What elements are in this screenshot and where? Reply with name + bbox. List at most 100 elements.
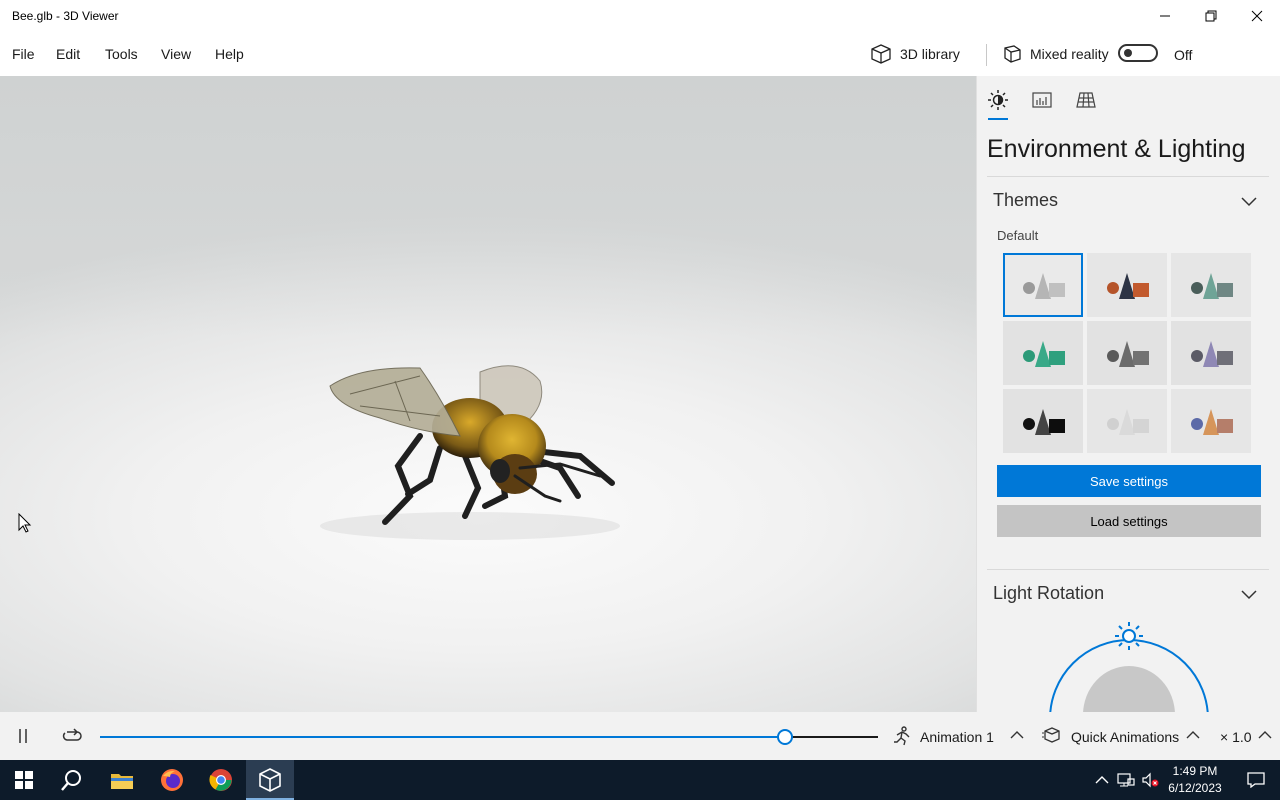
- theme-tile[interactable]: [1087, 389, 1167, 453]
- theme-preview-icon: [1107, 409, 1149, 435]
- theme-tile[interactable]: [1003, 321, 1083, 385]
- divider: [987, 569, 1269, 570]
- close-button[interactable]: [1234, 0, 1280, 32]
- grid-icon: [1076, 92, 1096, 108]
- save-settings-button[interactable]: Save settings: [997, 465, 1261, 497]
- start-button[interactable]: [0, 760, 48, 800]
- panel-title: Environment & Lighting: [987, 135, 1246, 163]
- quick-animations-label[interactable]: Quick Animations: [1071, 729, 1179, 745]
- action-center-button[interactable]: [1232, 760, 1280, 800]
- menu-edit[interactable]: Edit: [56, 46, 80, 62]
- 3d-library-icon: [871, 44, 891, 64]
- speed-expand-button[interactable]: [1258, 730, 1272, 740]
- theme-tile[interactable]: [1087, 321, 1167, 385]
- animation-name[interactable]: Animation 1: [920, 729, 994, 745]
- firefox-icon: [161, 769, 183, 791]
- taskbar-3d-viewer[interactable]: [246, 760, 294, 800]
- 3d-library-button[interactable]: 3D library: [870, 43, 960, 65]
- search-icon: [61, 770, 81, 791]
- volume-button[interactable]: [1138, 760, 1162, 800]
- mixed-reality-button[interactable]: Mixed reality: [1002, 43, 1109, 65]
- animation-timeline[interactable]: [100, 729, 878, 745]
- loop-button[interactable]: [62, 728, 82, 744]
- menu-help[interactable]: Help: [215, 46, 244, 62]
- clock-date[interactable]: 6/12/2023: [1160, 781, 1230, 795]
- network-button[interactable]: [1114, 760, 1138, 800]
- minimize-button[interactable]: [1142, 0, 1188, 32]
- playback-speed[interactable]: × 1.0: [1220, 729, 1252, 745]
- light-sun-icon[interactable]: [1115, 622, 1143, 650]
- theme-tile[interactable]: [1087, 253, 1167, 317]
- menu-view[interactable]: View: [161, 46, 191, 62]
- chrome-icon: [209, 769, 232, 791]
- close-icon: [1251, 10, 1263, 22]
- 3d-library-label: 3D library: [900, 46, 960, 62]
- animation-expand-button[interactable]: [1010, 730, 1024, 740]
- theme-preview-icon: [1191, 409, 1233, 435]
- title-bar: Bee.glb - 3D Viewer: [0, 0, 1280, 32]
- timeline-thumb[interactable]: [776, 729, 793, 745]
- theme-tile[interactable]: [1003, 389, 1083, 453]
- restore-icon: [1205, 10, 1217, 22]
- animation-icon-wrap: [892, 726, 912, 746]
- selected-theme-name: Default: [997, 228, 1039, 243]
- active-tab-indicator: [988, 118, 1008, 120]
- theme-tile[interactable]: [1003, 253, 1083, 317]
- 3d-viewer-icon: [259, 768, 281, 792]
- light-rotation-dial[interactable]: [1047, 621, 1211, 712]
- volume-muted-icon: [1142, 772, 1159, 788]
- chart-icon: [1032, 92, 1052, 108]
- taskbar: [0, 760, 1280, 800]
- restore-button[interactable]: [1188, 0, 1234, 32]
- loop-icon: [62, 728, 82, 741]
- theme-preview-icon: [1107, 341, 1149, 367]
- folder-icon: [111, 774, 133, 789]
- windows-logo-icon: [15, 771, 33, 789]
- chevron-up-icon: [1010, 731, 1024, 739]
- divider: [987, 176, 1269, 177]
- theme-preview-icon: [1023, 409, 1065, 435]
- show-hidden-icons-button[interactable]: [1090, 760, 1114, 800]
- pause-button[interactable]: [16, 728, 30, 744]
- taskbar-file-explorer[interactable]: [98, 760, 146, 800]
- window-title: Bee.glb - 3D Viewer: [12, 9, 119, 23]
- taskbar-search-button[interactable]: [48, 760, 96, 800]
- theme-tile[interactable]: [1171, 389, 1251, 453]
- chevron-down-icon: [1241, 590, 1257, 600]
- network-icon: [1117, 773, 1135, 787]
- light-rotation-title: Light Rotation: [993, 583, 1105, 603]
- taskbar-firefox[interactable]: [148, 760, 196, 800]
- quick-animations-icon-wrap: [1042, 727, 1062, 743]
- theme-preview-icon: [1191, 273, 1233, 299]
- theme-preview-icon: [1107, 273, 1149, 299]
- quick-animations-icon: [1042, 727, 1060, 743]
- minimize-icon: [1160, 15, 1170, 17]
- sun-icon: [988, 90, 1008, 110]
- taskbar-chrome[interactable]: [197, 760, 245, 800]
- timeline-progress: [100, 736, 785, 738]
- mixed-reality-label: Mixed reality: [1030, 46, 1109, 62]
- menu-tools[interactable]: Tools: [105, 46, 138, 62]
- clock-time[interactable]: 1:49 PM: [1160, 764, 1230, 778]
- menu-file[interactable]: File: [12, 46, 35, 62]
- tab-environment-lighting[interactable]: [987, 90, 1009, 110]
- side-panel: Environment & Lighting Themes Default Sa…: [976, 76, 1280, 712]
- tab-grid-views[interactable]: [1075, 90, 1097, 110]
- chevron-down-icon: [1241, 197, 1257, 207]
- menu-divider: [986, 44, 987, 66]
- tab-stats-shading[interactable]: [1031, 90, 1053, 110]
- mixed-reality-icon: [1004, 45, 1021, 63]
- theme-tile[interactable]: [1171, 321, 1251, 385]
- chevron-up-icon: [1258, 731, 1272, 739]
- mixed-reality-toggle[interactable]: [1118, 44, 1158, 62]
- load-settings-button[interactable]: Load settings: [997, 505, 1261, 537]
- theme-preview-icon: [1023, 273, 1065, 299]
- themes-title: Themes: [993, 190, 1059, 210]
- 3d-viewport[interactable]: [0, 76, 976, 712]
- animation-figure-icon: [894, 726, 910, 746]
- theme-tile[interactable]: [1171, 253, 1251, 317]
- pause-icon: [19, 729, 27, 743]
- playback-bar: Animation 1 Quick Animations × 1.0: [0, 712, 1280, 760]
- theme-grid: [1003, 253, 1255, 455]
- quick-animations-expand-button[interactable]: [1186, 730, 1200, 740]
